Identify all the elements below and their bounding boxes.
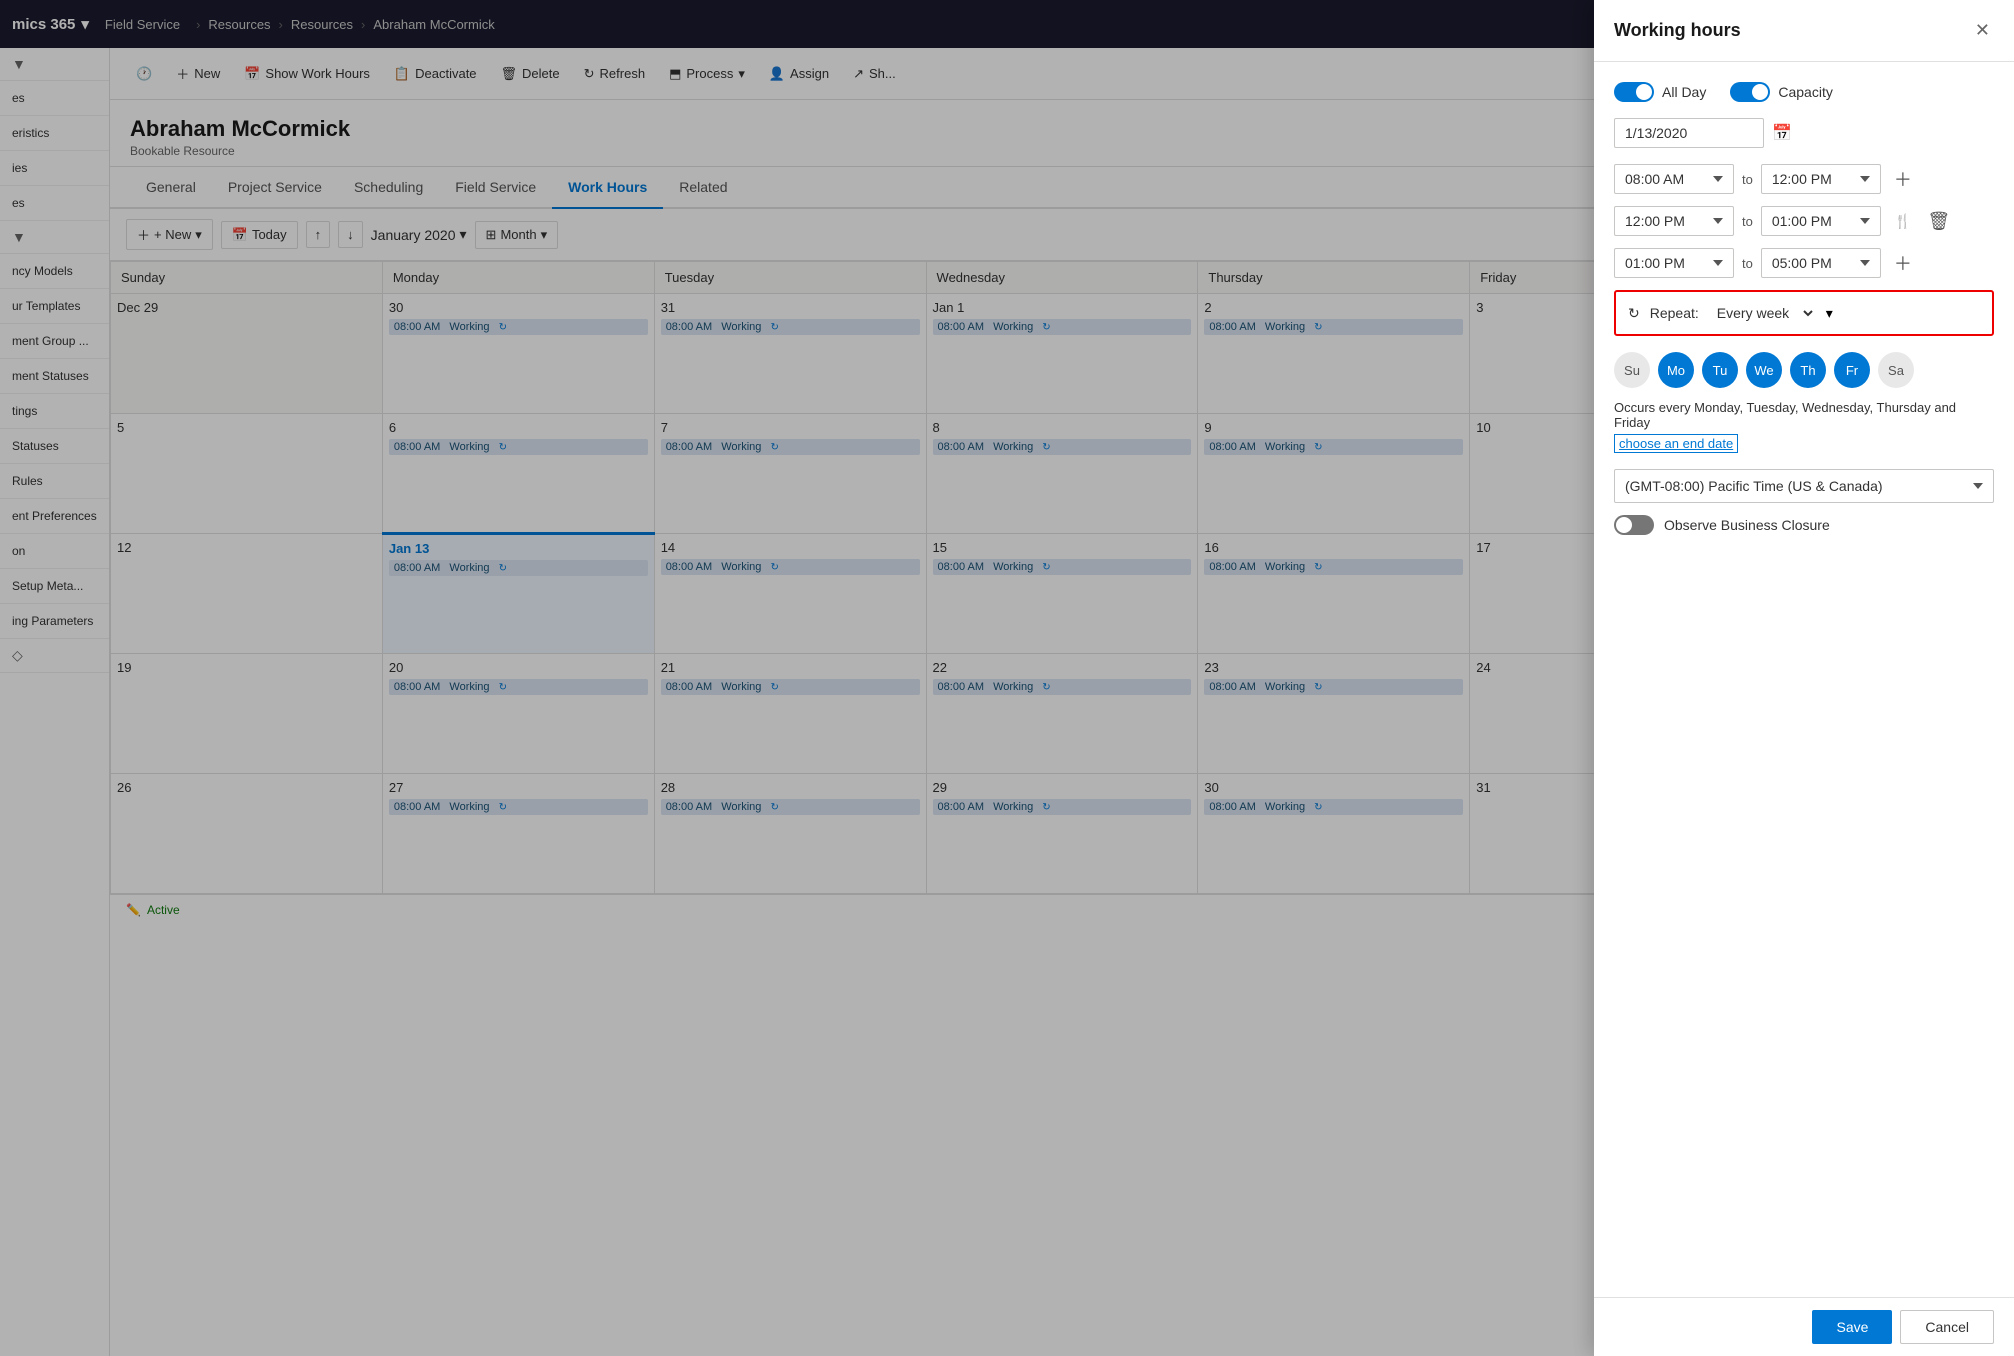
time-to-1[interactable]: 12:00 PM01:00 PM [1761, 164, 1881, 194]
panel-footer: Save Cancel [1594, 1297, 2014, 1356]
capacity-toggle[interactable] [1730, 82, 1770, 102]
timezone-select[interactable]: (GMT-08:00) Pacific Time (US & Canada) (… [1614, 469, 1994, 503]
timezone-row: (GMT-08:00) Pacific Time (US & Canada) (… [1614, 469, 1994, 503]
panel-header: Working hours ✕ [1594, 0, 2014, 62]
add-time-button-3[interactable]: ＋ [1889, 249, 1917, 277]
time-from-1[interactable]: 08:00 AM09:00 AM [1614, 164, 1734, 194]
date-input[interactable] [1614, 118, 1764, 148]
break-icon-button[interactable]: 🍴 [1889, 207, 1917, 235]
time-row-2: 12:00 PM01:00 PM to 01:00 PM02:00 PM 🍴 🗑 [1614, 206, 1994, 236]
day-circle-fr[interactable]: Fr [1834, 352, 1870, 388]
day-circle-tu[interactable]: Tu [1702, 352, 1738, 388]
day-circle-sa[interactable]: Sa [1878, 352, 1914, 388]
day-circle-mo[interactable]: Mo [1658, 352, 1694, 388]
time-row-1: 08:00 AM09:00 AM to 12:00 PM01:00 PM ＋ [1614, 164, 1994, 194]
observe-business-closure-row: Observe Business Closure [1614, 515, 1994, 535]
repeat-select[interactable]: Every week Never Every day Every month [1709, 302, 1816, 324]
date-row: 📅 [1614, 118, 1994, 148]
time-row-3: 01:00 PM02:00 PM to 05:00 PM06:00 PM ＋ [1614, 248, 1994, 278]
time-to-3[interactable]: 05:00 PM06:00 PM [1761, 248, 1881, 278]
day-circle-th[interactable]: Th [1790, 352, 1826, 388]
days-row: Su Mo Tu We Th Fr Sa [1614, 352, 1994, 388]
capacity-toggle-item: Capacity [1730, 82, 1832, 102]
delete-time-button-2[interactable]: 🗑 [1925, 207, 1953, 235]
repeat-label: Repeat: [1650, 305, 1699, 321]
end-date-link[interactable]: choose an end date [1614, 434, 1738, 453]
working-hours-panel: Working hours ✕ All Day Capacity 📅 08:00… [1594, 0, 2014, 1356]
observe-closure-toggle[interactable] [1614, 515, 1654, 535]
time-from-2[interactable]: 12:00 PM01:00 PM [1614, 206, 1734, 236]
panel-title: Working hours [1614, 20, 1741, 41]
all-day-toggle[interactable] [1614, 82, 1654, 102]
repeat-box: ↻ Repeat: Every week Never Every day Eve… [1614, 290, 1994, 336]
capacity-label: Capacity [1778, 84, 1832, 100]
all-day-toggle-item: All Day [1614, 82, 1706, 102]
close-button[interactable]: ✕ [1971, 16, 1994, 45]
repeat-description: Occurs every Monday, Tuesday, Wednesday,… [1614, 400, 1994, 430]
calendar-icon[interactable]: 📅 [1772, 123, 1792, 143]
add-time-button-1[interactable]: ＋ [1889, 165, 1917, 193]
all-day-label: All Day [1662, 84, 1706, 100]
repeat-chevron-icon: ▾ [1826, 305, 1833, 322]
time-to-2[interactable]: 01:00 PM02:00 PM [1761, 206, 1881, 236]
day-circle-su[interactable]: Su [1614, 352, 1650, 388]
panel-body: All Day Capacity 📅 08:00 AM09:00 AM to 1… [1594, 62, 2014, 1297]
time-from-3[interactable]: 01:00 PM02:00 PM [1614, 248, 1734, 278]
repeat-refresh-icon: ↻ [1628, 305, 1640, 322]
day-circle-we[interactable]: We [1746, 352, 1782, 388]
save-button[interactable]: Save [1812, 1310, 1892, 1344]
toggle-row: All Day Capacity [1614, 82, 1994, 102]
observe-closure-label: Observe Business Closure [1664, 517, 1830, 533]
cancel-button[interactable]: Cancel [1900, 1310, 1994, 1344]
